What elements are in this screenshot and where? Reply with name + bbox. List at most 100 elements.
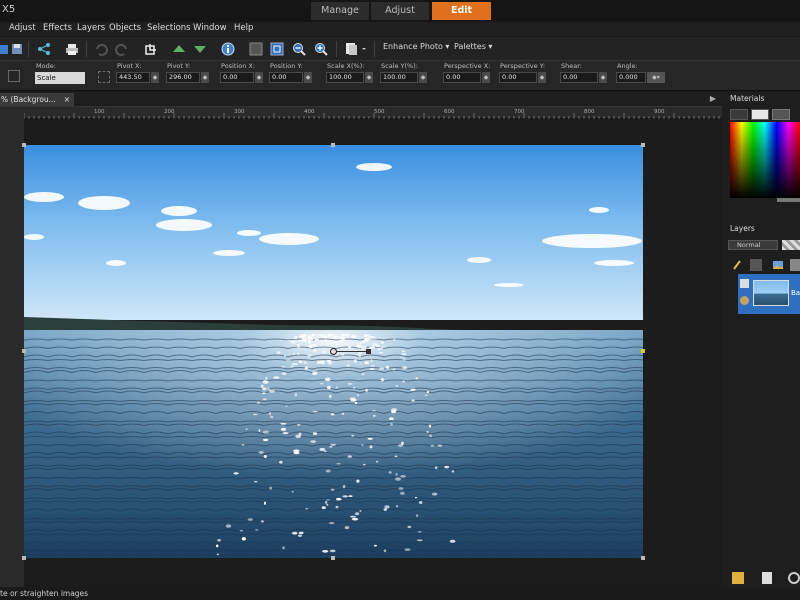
sun-sparkle (358, 354, 361, 358)
materials-tab-frame[interactable] (730, 109, 748, 120)
sun-sparkle (326, 385, 331, 390)
pick-tool-icon[interactable] (8, 70, 20, 82)
pivot-x-spinner[interactable]: ◆ (151, 72, 159, 83)
angle-field[interactable]: 0.000 (616, 72, 646, 83)
sun-sparkle (357, 348, 361, 351)
sun-sparkle (270, 415, 274, 419)
sun-sparkle (350, 334, 357, 339)
perspective-x-field[interactable]: 0.00 (443, 72, 481, 83)
scale-x-field[interactable]: 100.00 (326, 72, 364, 83)
tab-adjust[interactable]: Adjust (371, 2, 429, 20)
title-bar: X5 Manage Adjust Edit (0, 0, 800, 22)
position-x-field[interactable]: 0.00 (220, 72, 254, 83)
resize-handle[interactable] (641, 556, 645, 560)
tab-scroll-right-icon[interactable]: ▶ (710, 94, 716, 103)
sun-sparkle (401, 353, 407, 355)
layer-visibility-icon[interactable] (740, 279, 749, 288)
toolbar-separator (86, 41, 87, 57)
menu-objects[interactable]: Objects (109, 23, 141, 33)
sun-sparkle (444, 465, 450, 469)
resize-handle[interactable] (22, 143, 26, 147)
adjustment-layer-icon[interactable] (788, 572, 800, 584)
perspective-y-spinner[interactable]: ◆ (538, 72, 546, 83)
perspective-y-label: Perspective Y: (500, 62, 546, 70)
zoom-out-icon[interactable] (290, 40, 308, 58)
close-tab-icon[interactable]: × (64, 93, 70, 106)
enhance-photo-menu[interactable]: Enhance Photo ▾ (383, 42, 449, 51)
layer-group-icon[interactable] (790, 259, 800, 271)
scale-x-spinner[interactable]: ◆ (365, 72, 373, 83)
sun-sparkle (424, 394, 428, 396)
resize-handle[interactable] (641, 349, 645, 353)
sun-sparkle (410, 388, 416, 391)
menu-adjust[interactable]: Adjust (9, 23, 36, 33)
tab-edit[interactable]: Edit (432, 2, 491, 20)
materials-tab-swatches[interactable] (772, 109, 790, 120)
angle-dropdown[interactable]: ◆▾ (647, 72, 665, 83)
zoom-in-icon[interactable] (312, 40, 330, 58)
grid-icon[interactable] (247, 40, 265, 58)
paste-dropdown-icon[interactable] (344, 40, 368, 58)
sun-sparkle (386, 365, 390, 369)
layer-image-icon[interactable] (772, 259, 784, 271)
sun-sparkle (353, 359, 357, 363)
position-y-spinner[interactable]: ◆ (304, 72, 312, 83)
perspective-x-spinner[interactable]: ◆ (482, 72, 490, 83)
menu-help[interactable]: Help (234, 23, 253, 33)
share-icon[interactable] (35, 40, 53, 58)
tab-manage[interactable]: Manage (311, 2, 369, 20)
sun-sparkle (322, 350, 326, 354)
crop-icon[interactable] (142, 40, 160, 58)
undo-icon[interactable] (92, 40, 110, 58)
eye-icon[interactable] (740, 296, 749, 305)
resize-handle[interactable] (331, 143, 335, 147)
perspective-y-field[interactable]: 0.00 (499, 72, 537, 83)
info-icon[interactable] (219, 40, 237, 58)
sun-sparkle (356, 343, 360, 346)
pivot-x-field[interactable]: 443.50 (116, 72, 150, 83)
pivot-y-spinner[interactable]: ◆ (201, 72, 209, 83)
mode-select[interactable]: Scale (35, 72, 85, 84)
color-scrollbar[interactable] (777, 198, 800, 202)
save-icon[interactable] (8, 40, 26, 58)
position-x-spinner[interactable]: ◆ (255, 72, 263, 83)
pivot-point-handle[interactable] (330, 348, 337, 355)
fit-window-icon[interactable] (268, 40, 286, 58)
layer-row-background[interactable]: Ba (738, 274, 800, 314)
position-y-field[interactable]: 0.00 (269, 72, 303, 83)
materials-tab-rainbow[interactable] (751, 109, 769, 120)
sun-sparkle (373, 414, 376, 417)
shear-spinner[interactable]: ◆ (599, 72, 607, 83)
menu-effects[interactable]: Effects (43, 23, 72, 33)
rotate-left-icon[interactable] (170, 40, 188, 58)
scale-y-spinner[interactable]: ◆ (419, 72, 427, 83)
shear-field[interactable]: 0.00 (560, 72, 598, 83)
sun-sparkle (367, 437, 373, 440)
delete-layer-icon[interactable] (750, 259, 762, 271)
new-layer-icon[interactable] (732, 259, 744, 271)
sun-sparkle (317, 334, 324, 336)
menu-selections[interactable]: Selections (147, 23, 191, 33)
sun-sparkle (269, 390, 275, 393)
rotate-right-icon[interactable] (191, 40, 209, 58)
sun-sparkle (429, 434, 433, 438)
layer-mask-icon[interactable] (762, 572, 772, 584)
redo-icon[interactable] (113, 40, 131, 58)
menu-window[interactable]: Window (193, 23, 227, 33)
color-picker[interactable] (730, 122, 800, 198)
resize-handle[interactable] (641, 143, 645, 147)
rotation-handle[interactable] (366, 349, 371, 354)
document-tab[interactable]: % (Backgrou... × (0, 93, 74, 106)
scale-y-field[interactable]: 100.00 (380, 72, 418, 83)
resize-handle[interactable] (22, 556, 26, 560)
print-icon[interactable] (63, 40, 81, 58)
sun-sparkle (354, 402, 358, 405)
opacity-swatch[interactable] (782, 240, 800, 250)
resize-handle[interactable] (331, 556, 335, 560)
palettes-menu[interactable]: Palettes ▾ (454, 42, 492, 51)
resize-handle[interactable] (22, 349, 26, 353)
pivot-y-field[interactable]: 296.00 (166, 72, 200, 83)
blend-mode-select[interactable]: Normal (728, 240, 778, 250)
layer-style-icon[interactable] (732, 572, 744, 584)
menu-layers[interactable]: Layers (77, 23, 105, 33)
